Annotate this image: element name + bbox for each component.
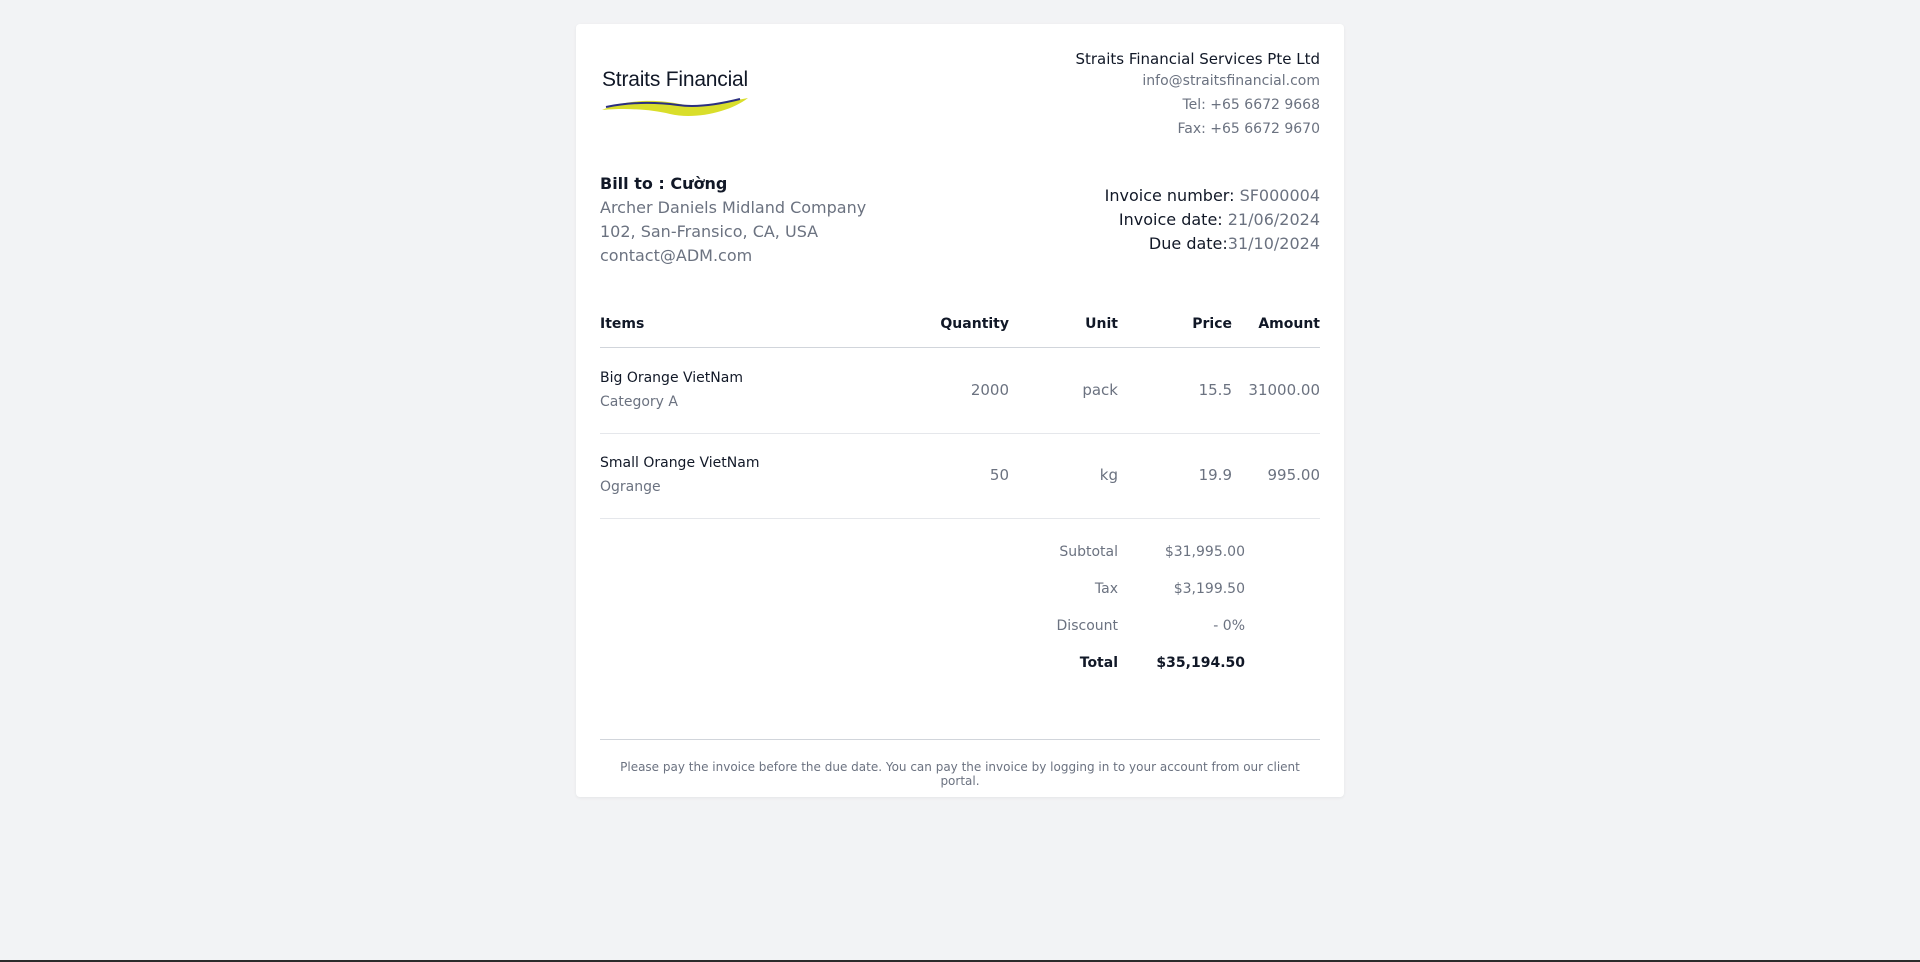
item-amount: 31000.00 xyxy=(1248,381,1320,399)
discount-value: - 0% xyxy=(1213,618,1245,634)
row-divider xyxy=(600,433,1320,434)
company-email[interactable]: info@straitsfinancial.com xyxy=(1142,73,1320,89)
company-fax: Fax: +65 6672 9670 xyxy=(1177,121,1320,137)
footer-divider xyxy=(600,739,1320,740)
company-tel: Tel: +65 6672 9668 xyxy=(1182,97,1320,113)
header-divider xyxy=(600,347,1320,348)
bill-to-email[interactable]: contact@ADM.com xyxy=(600,246,752,265)
header-unit: Unit xyxy=(1085,316,1118,332)
bill-to-heading: Bill to : Cường xyxy=(600,174,728,193)
invoice-date-value: 21/06/2024 xyxy=(1227,210,1320,229)
company-name: Straits Financial Services Pte Ltd xyxy=(1075,50,1320,68)
subtotal-value: $31,995.00 xyxy=(1164,544,1245,560)
item-quantity: 50 xyxy=(989,466,1009,484)
invoice-date-label: Invoice date: xyxy=(1118,210,1223,229)
item-price: 15.5 xyxy=(1198,381,1232,399)
header-quantity: Quantity xyxy=(940,316,1009,332)
header-price: Price xyxy=(1192,316,1232,332)
item-category: Ogrange xyxy=(600,479,661,495)
due-date-value: 31/10/2024 xyxy=(1227,234,1320,253)
invoice-number-label: Invoice number: xyxy=(1104,186,1235,205)
total-label: Total xyxy=(1079,655,1118,671)
total-value: $35,194.50 xyxy=(1156,655,1245,671)
item-amount: 995.00 xyxy=(1267,466,1321,484)
due-date-label: Due date: xyxy=(1148,234,1228,253)
logo-text: Straits Financial xyxy=(602,68,748,91)
item-name: Big Orange VietNam xyxy=(600,370,743,386)
discount-label: Discount xyxy=(1056,618,1118,634)
company-logo: Straits Financial xyxy=(600,68,750,134)
item-unit: kg xyxy=(1099,466,1118,484)
item-quantity: 2000 xyxy=(970,381,1009,399)
subtotal-label: Subtotal xyxy=(1059,544,1118,560)
bill-to-address: 102, San-Fransico, CA, USA xyxy=(600,222,819,241)
due-date: Due date:31/10/2024 xyxy=(1149,234,1320,253)
item-price: 19.9 xyxy=(1198,466,1232,484)
header-amount: Amount xyxy=(1258,316,1320,332)
payment-note: Please pay the invoice before the due da… xyxy=(620,760,1300,788)
invoice-number: Invoice number: SF000004 xyxy=(1105,186,1320,205)
row-divider xyxy=(600,518,1320,519)
invoice-number-value: SF000004 xyxy=(1239,186,1320,205)
tax-label: Tax xyxy=(1094,581,1118,597)
item-category: Category A xyxy=(600,394,678,410)
item-name: Small Orange VietNam xyxy=(600,455,760,471)
header-items: Items xyxy=(600,316,645,332)
bill-to-company: Archer Daniels Midland Company xyxy=(600,198,867,217)
invoice-date: Invoice date: 21/06/2024 xyxy=(1119,210,1320,229)
invoice-card: Straits Financial Straits Financial Serv… xyxy=(576,24,1344,797)
logo-wave-icon xyxy=(602,98,748,117)
tax-value: $3,199.50 xyxy=(1173,581,1245,597)
item-unit: pack xyxy=(1082,381,1118,399)
